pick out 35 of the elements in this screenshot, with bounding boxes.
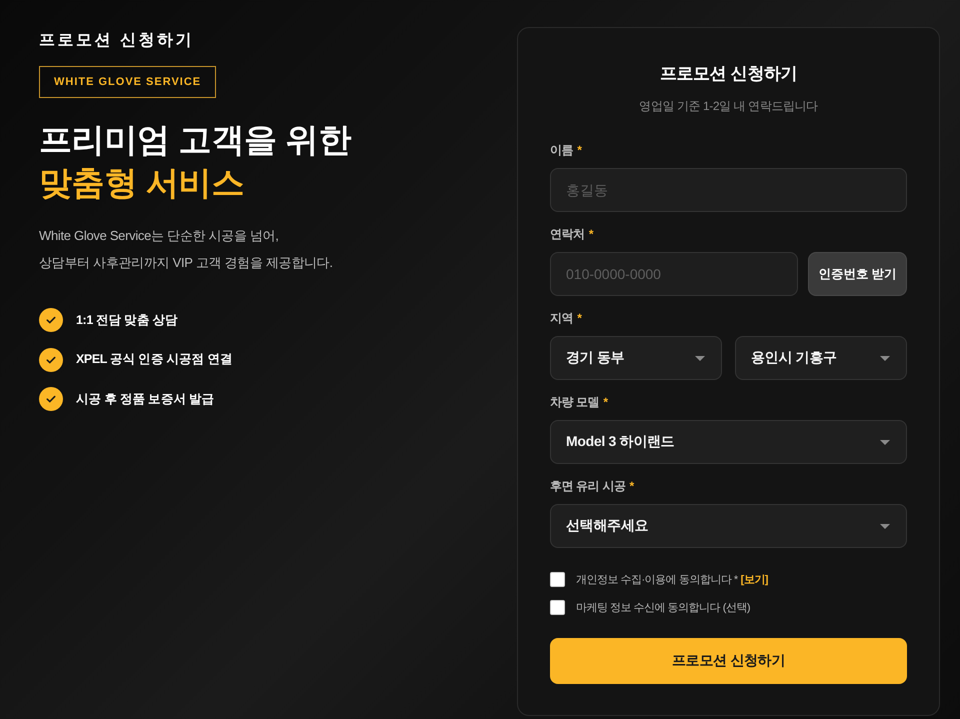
eyebrow-title: 프로모션 신청하기 (39, 31, 194, 51)
caret-icon (880, 356, 890, 360)
consent-text: 개인정보 수집·이용에 동의합니다 * [보기] (576, 572, 768, 586)
headline-text: 프리미엄 고객을 위한 (39, 120, 352, 160)
field-label: 후면 유리 시공 * (550, 478, 634, 495)
checkbox[interactable] (550, 572, 565, 586)
check-icon (39, 308, 63, 332)
caret-icon (880, 524, 890, 528)
select-dropdown[interactable]: 선택해주세요 (550, 504, 907, 548)
select-dropdown[interactable]: 용인시 기흥구 (735, 336, 907, 380)
submit-button[interactable]: 프로모션 신청하기 (550, 638, 907, 684)
check-icon (39, 348, 63, 372)
phone-input[interactable]: 010-0000-0000 (550, 252, 798, 296)
description-text: White Glove Service는 단순한 시공을 넘어, 상담부터 사후관리까지 VIP 고객 경험을 제공합니다. (39, 227, 333, 272)
consent-text: 마케팅 정보 수신에 동의합니다 (선택) (576, 600, 750, 614)
feature-text: XPEL 공식 인증 시공점 연결 (76, 351, 233, 368)
checkbox[interactable] (550, 600, 565, 614)
form-title: 프로모션 신청하기 (658, 63, 798, 85)
select-dropdown[interactable]: 경기 동부 (550, 336, 722, 380)
caret-icon (880, 440, 890, 444)
select-dropdown[interactable]: Model 3 하이랜드 (550, 420, 907, 464)
caret-icon (695, 356, 705, 360)
headline-accent-text: 맞춤형 서비스 (39, 163, 244, 203)
field-label: 연락처 * (550, 226, 594, 243)
name-input[interactable]: 홍길동 (550, 168, 907, 212)
feature-text: 1:1 전담 맞춤 상담 (76, 312, 178, 328)
field-label: 지역 * (550, 310, 582, 327)
field-label: 차량 모델 * (550, 394, 608, 411)
field-label: 이름 * (550, 142, 582, 159)
check-icon (39, 387, 63, 411)
view-link[interactable]: [보기] (740, 574, 768, 586)
verify-button[interactable]: 인증번호 받기 (808, 252, 907, 296)
service-badge: WHITE GLOVE SERVICE (39, 66, 216, 98)
feature-text: 시공 후 정품 보증서 발급 (76, 390, 214, 408)
form-subtitle: 영업일 기준 1-2일 내 연락드립니다 (638, 98, 819, 115)
